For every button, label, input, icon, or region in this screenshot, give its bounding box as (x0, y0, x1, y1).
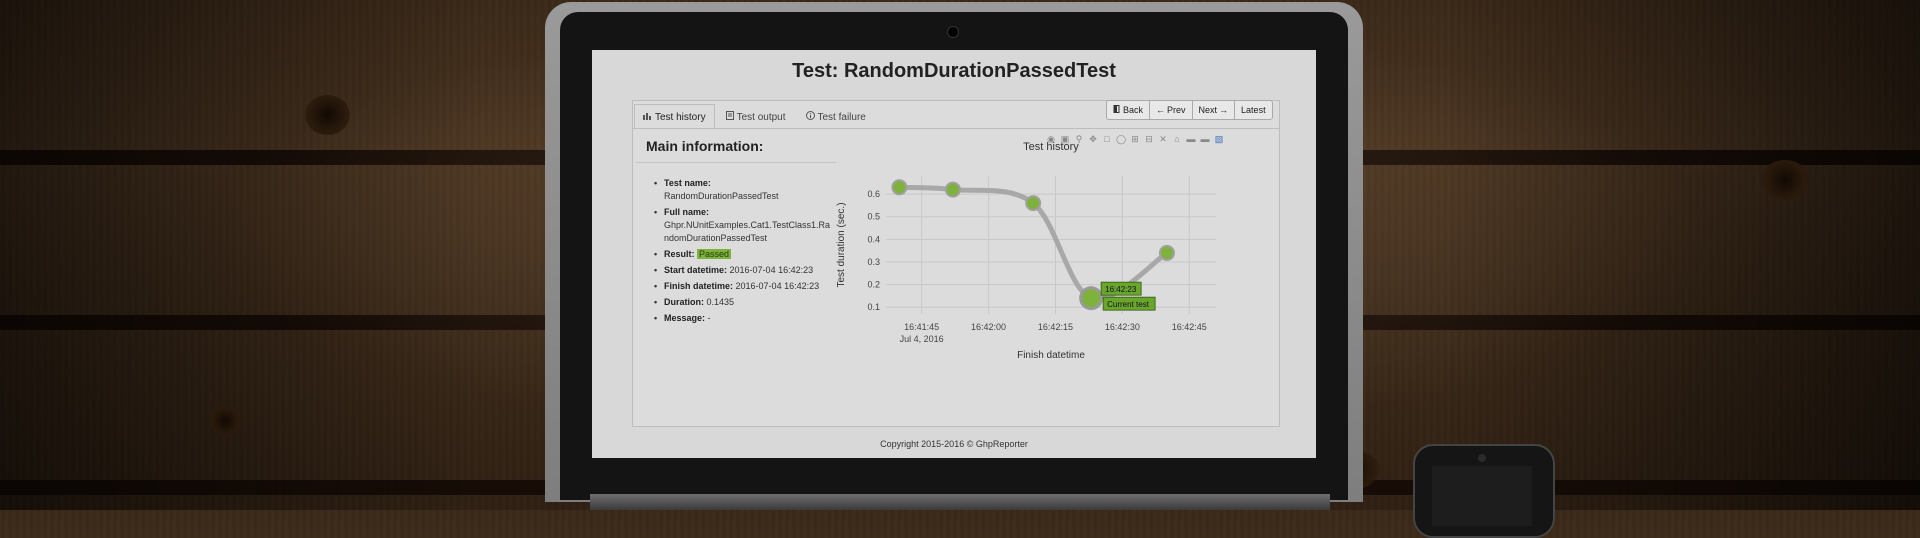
info-finish-datetime: Finish datetime: 2016-07-04 16:42:23 (654, 280, 834, 293)
tab-test-failure[interactable]: Test failure (797, 104, 875, 128)
info-message: Message: - (654, 312, 834, 325)
info-duration: Duration: 0.1435 (654, 296, 834, 309)
x-tick-label: 16:41:45 (904, 322, 939, 332)
finish-value: 2016-07-04 16:42:23 (735, 281, 820, 291)
y-tick-label: 0.3 (867, 257, 880, 267)
duration-label: Duration: (664, 297, 704, 307)
full-name-value-line1: Ghpr.NUnitExamples.Cat1.TestClass1.Ra (664, 220, 831, 230)
latest-button[interactable]: Latest (1235, 101, 1272, 119)
wood-knot (305, 95, 350, 135)
result-badge: Passed (697, 249, 732, 259)
x-tick-sublabel: Jul 4, 2016 (900, 334, 944, 344)
phone-screen (1432, 466, 1532, 526)
next-button[interactable]: Next → (1193, 101, 1236, 119)
data-point (1027, 197, 1040, 210)
info-full-name: Full name: Ghpr.NUnitExamples.Cat1.TestC… (654, 206, 834, 245)
navigation-buttons: Back ← Prev Next → Latest (1106, 100, 1273, 120)
start-label: Start datetime: (664, 265, 728, 275)
latest-label: Latest (1241, 105, 1266, 115)
info-divider (636, 162, 836, 163)
back-label: Back (1123, 105, 1144, 115)
main-info-list: Test name: RandomDurationPassedTest Full… (654, 177, 834, 328)
message-value: - (707, 313, 711, 323)
full-name-label: Full name: (664, 207, 710, 217)
data-point (1160, 246, 1173, 259)
x-tick-label: 16:42:30 (1105, 322, 1140, 332)
tab-test-history[interactable]: Test history (634, 104, 715, 128)
info-result: Result: Passed (654, 248, 834, 261)
phone-camera (1478, 454, 1486, 462)
chart-title: Test history (1023, 141, 1079, 153)
test-name-value: RandomDurationPassedTest (664, 191, 779, 201)
y-tick-label: 0.1 (867, 302, 880, 312)
prev-button[interactable]: ← Prev (1150, 101, 1193, 119)
tab-test-output[interactable]: Test output (717, 104, 795, 128)
x-axis-label: Finish datetime (1017, 350, 1085, 361)
start-value: 2016-07-04 16:42:23 (729, 265, 814, 275)
y-axis-label: Test duration (sec.) (836, 202, 847, 287)
data-point (1082, 289, 1101, 308)
laptop-base (590, 494, 1330, 510)
result-label: Result: (664, 249, 695, 259)
wood-knot (1760, 160, 1810, 200)
tab-divider (632, 128, 1280, 129)
test-name-label: Test name: (664, 178, 711, 188)
test-history-chart[interactable]: Test history 0.1 0.2 0.3 0.4 0.5 0.6 16:41:45 16… (828, 136, 1238, 386)
arrow-left-icon: ← (1156, 105, 1166, 115)
y-tick-label: 0.2 (867, 280, 880, 290)
info-circle-icon (805, 111, 815, 123)
tab-bar: Test history Test output Test failure (634, 104, 877, 128)
webcam (947, 26, 959, 38)
y-tick-label: 0.5 (867, 212, 880, 222)
data-point (893, 181, 906, 194)
message-label: Message: (664, 313, 706, 323)
wood-knot (210, 405, 240, 437)
y-tick-label: 0.4 (867, 234, 880, 244)
page-title: Test: RandomDurationPassedTest (792, 60, 1116, 82)
data-point (946, 183, 959, 196)
arrow-right-icon: → (1219, 105, 1229, 115)
tab-label: Test history (655, 111, 706, 123)
y-tick-label: 0.6 (867, 189, 880, 199)
next-label: Next (1198, 105, 1218, 115)
bar-chart-icon (643, 112, 652, 123)
back-door-icon (1113, 105, 1121, 115)
document-icon (725, 111, 734, 123)
prev-label: Prev (1167, 105, 1186, 115)
tab-label: Test failure (817, 111, 866, 123)
highlight-note-label: Current test (1107, 300, 1150, 309)
laptop-screen: Test: RandomDurationPassedTest Test hist… (592, 50, 1316, 458)
back-button[interactable]: Back (1107, 101, 1151, 119)
tab-label: Test output (736, 111, 786, 123)
info-start-datetime: Start datetime: 2016-07-04 16:42:23 (654, 264, 834, 277)
x-tick-label: 16:42:00 (971, 322, 1006, 332)
main-info-heading: Main information: (646, 138, 764, 154)
duration-value: 0.1435 (706, 297, 735, 307)
x-tick-label: 16:42:15 (1038, 322, 1073, 332)
finish-label: Finish datetime: (664, 281, 734, 291)
x-tick-label: 16:42:45 (1172, 322, 1207, 332)
full-name-value-line2: ndomDurationPassedTest (664, 233, 768, 243)
page-footer: Copyright 2015-2016 © GhpReporter (880, 439, 1028, 449)
highlight-time-label: 16:42:23 (1105, 285, 1137, 294)
info-test-name: Test name: RandomDurationPassedTest (654, 177, 834, 203)
